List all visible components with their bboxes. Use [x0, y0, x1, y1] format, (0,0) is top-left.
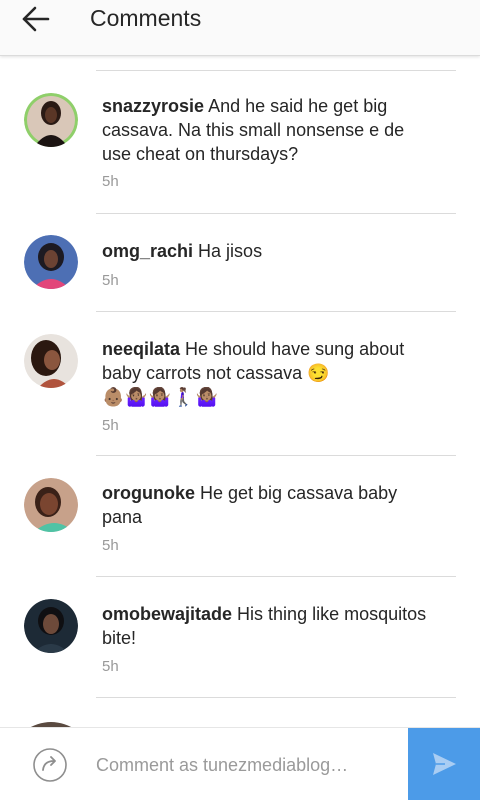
- avatar-image: [24, 235, 78, 289]
- avatar-image: [24, 93, 78, 147]
- comment-time: 5h: [102, 658, 119, 675]
- arrow-left-icon: [22, 6, 50, 32]
- divider: [96, 311, 456, 312]
- divider: [96, 697, 456, 698]
- avatar-image: [24, 334, 78, 388]
- divider: [96, 455, 456, 456]
- send-button[interactable]: [408, 728, 480, 800]
- avatar-image: [24, 478, 78, 532]
- divider: [96, 576, 456, 577]
- page-title: Comments: [90, 5, 202, 31]
- comment-time: 5h: [102, 272, 119, 289]
- comment-message: Ha jisos: [198, 241, 263, 261]
- comment-input[interactable]: [96, 750, 396, 780]
- avatar[interactable]: [24, 478, 78, 532]
- comment-text: omobewajitade His thing like mosquitos b…: [102, 602, 432, 650]
- divider: [96, 213, 456, 214]
- comment-text: neeqilata He should have sung about baby…: [102, 337, 432, 409]
- comment-text: omg_rachi Ha jisos: [102, 239, 432, 263]
- avatar[interactable]: [24, 599, 78, 653]
- comment-username[interactable]: omobewajitade: [102, 604, 232, 624]
- comment-username[interactable]: neeqilata: [102, 339, 180, 359]
- avatar[interactable]: [24, 93, 78, 147]
- comment-username[interactable]: snazzyrosie: [102, 96, 204, 116]
- reply-button[interactable]: [32, 747, 68, 783]
- send-icon: [433, 753, 456, 775]
- avatar-image: [24, 599, 78, 653]
- comment-time: 5h: [102, 537, 119, 554]
- comment-time: 5h: [102, 173, 119, 190]
- comment-text: snazzyrosie And he said he get big cassa…: [102, 94, 432, 166]
- comment-emoji-line: 👶🏽🤷🏽‍♀️🤷🏽‍♀️🚶🏽‍♀️🤷🏽‍♀️: [102, 387, 220, 407]
- comment-username[interactable]: orogunoke: [102, 483, 195, 503]
- avatar[interactable]: [24, 334, 78, 388]
- comment-composer: [0, 727, 480, 800]
- back-button[interactable]: [18, 3, 54, 35]
- divider: [96, 70, 456, 71]
- comment-username[interactable]: omg_rachi: [102, 241, 193, 261]
- comment-text: orogunoke He get big cassava baby pana: [102, 481, 432, 529]
- comment-time: 5h: [102, 417, 119, 434]
- avatar[interactable]: [24, 235, 78, 289]
- app-header: Comments: [0, 0, 480, 56]
- reply-circle-icon: [33, 748, 67, 782]
